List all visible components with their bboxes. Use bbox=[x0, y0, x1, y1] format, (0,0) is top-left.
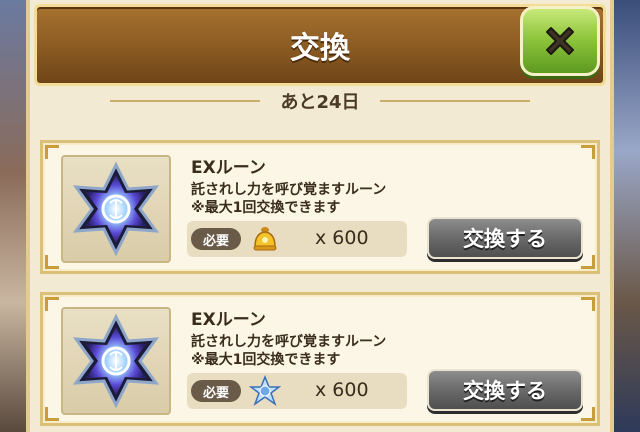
card-corner bbox=[581, 297, 595, 311]
close-button[interactable] bbox=[520, 6, 600, 76]
item-icon-frame bbox=[61, 307, 171, 415]
required-label: 必要 bbox=[191, 228, 241, 250]
card-corner bbox=[45, 297, 59, 311]
cost-bar: 必要 x 600 bbox=[187, 221, 407, 257]
remaining-days: あと24日 bbox=[280, 92, 360, 113]
required-label: 必要 bbox=[191, 380, 241, 402]
card-corner bbox=[45, 255, 59, 269]
cost-amount: x 600 bbox=[315, 227, 369, 249]
card-corner bbox=[45, 145, 59, 159]
exchange-button[interactable]: 交換する bbox=[427, 217, 583, 259]
item-limit-note: ※最大1回交換できます bbox=[191, 200, 341, 216]
remaining-days-banner: あと24日 bbox=[40, 86, 600, 116]
ex-rune-icon bbox=[72, 161, 160, 257]
card-corner bbox=[581, 255, 595, 269]
cost-bar: 必要 x 600 bbox=[187, 373, 407, 409]
card-corner bbox=[581, 145, 595, 159]
ex-rune-icon bbox=[72, 313, 160, 409]
exchange-button[interactable]: 交換する bbox=[427, 369, 583, 411]
exchange-item-card: EXルーン 託されし力を呼び覚ますルーン ※最大1回交換できます 必要 x 60… bbox=[40, 140, 600, 274]
golden-bell-icon bbox=[253, 227, 277, 251]
exchange-item-card: EXルーン 託されし力を呼び覚ますルーン ※最大1回交換できます 必要 x 60… bbox=[40, 292, 600, 426]
close-x-icon bbox=[546, 27, 574, 55]
item-description: 託されし力を呼び覚ますルーン bbox=[191, 334, 387, 350]
item-limit-note: ※最大1回交換できます bbox=[191, 352, 341, 368]
item-name: EXルーン bbox=[191, 310, 266, 330]
card-corner bbox=[581, 407, 595, 421]
cost-amount: x 600 bbox=[315, 379, 369, 401]
divider-right bbox=[380, 100, 530, 102]
blue-crystal-icon bbox=[249, 375, 281, 406]
card-corner bbox=[45, 407, 59, 421]
item-icon-frame bbox=[61, 155, 171, 263]
divider-left bbox=[110, 100, 260, 102]
item-description: 託されし力を呼び覚ますルーン bbox=[191, 182, 387, 198]
item-name: EXルーン bbox=[191, 158, 266, 178]
